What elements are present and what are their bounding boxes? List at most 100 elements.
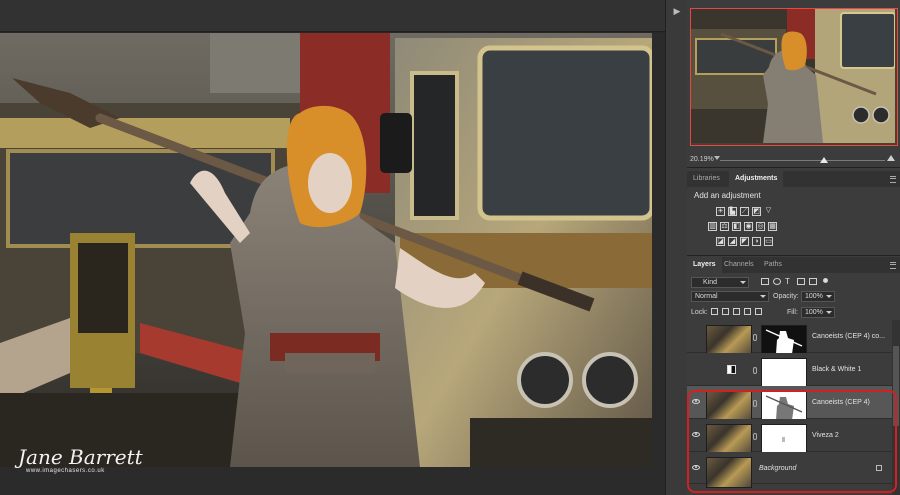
document-tab-strip: [0, 0, 665, 32]
layer-row[interactable]: Canoeists (CEP 4) co...: [687, 320, 892, 356]
link-chain-icon[interactable]: [753, 334, 757, 341]
fill-input[interactable]: 100%: [801, 307, 835, 318]
blend-mode-value: Normal: [695, 293, 718, 300]
photo-filter-icon[interactable]: ◉: [744, 222, 753, 231]
layers-tabbar: Layers Channels Paths: [687, 257, 900, 274]
layer-mask-thumbnail[interactable]: [761, 391, 807, 422]
link-chain-icon[interactable]: [753, 367, 757, 374]
link-chain-icon[interactable]: [753, 433, 757, 440]
vibrance-icon[interactable]: ▽: [764, 207, 773, 216]
filter-adjustment-icon[interactable]: [773, 278, 781, 285]
zoom-in-icon[interactable]: [887, 155, 895, 161]
color-lookup-icon[interactable]: ▦: [768, 222, 777, 231]
tab-adjustments[interactable]: Adjustments: [729, 171, 784, 187]
lock-image-pixels-icon[interactable]: [722, 308, 729, 315]
black-white-adjustment-icon: [727, 365, 736, 374]
layer-row-selected[interactable]: Canoeists (CEP 4): [687, 386, 892, 422]
opacity-input[interactable]: 100%: [801, 291, 835, 302]
tab-channels[interactable]: Channels: [718, 257, 760, 273]
layers-panel: Kind T Normal Opacity: 100% Lock: Fill: …: [687, 273, 900, 495]
layer-mask-thumbnail[interactable]: [761, 424, 807, 455]
channel-mixer-icon[interactable]: ◎: [756, 222, 765, 231]
adjustments-heading: Add an adjustment: [694, 191, 761, 200]
layer-filter-row: Kind T: [687, 276, 900, 289]
tab-libraries[interactable]: Libraries: [687, 171, 726, 187]
mask-figure-silhouette: [765, 395, 803, 420]
color-balance-icon[interactable]: ⚖: [720, 222, 729, 231]
adjustments-tabbar: Libraries Adjustments: [687, 171, 900, 188]
zoom-slider-handle[interactable]: [820, 157, 828, 163]
navigator-thumbnail[interactable]: [690, 8, 898, 146]
filter-kind-label: Kind: [703, 279, 718, 286]
right-panel-dock: 20.19% Libraries Adjustments Add an adju…: [687, 0, 900, 495]
navigator-panel: 20.19%: [687, 0, 900, 168]
posterize-icon[interactable]: ◢: [728, 237, 737, 246]
mask-spot: [782, 437, 785, 442]
zoom-slider[interactable]: [720, 157, 885, 163]
lock-label: Lock:: [691, 309, 708, 316]
black-white-icon[interactable]: ◧: [732, 222, 741, 231]
visibility-eye-icon[interactable]: [692, 465, 700, 470]
tab-paths[interactable]: Paths: [758, 257, 788, 273]
layer-mask-thumbnail[interactable]: [761, 325, 807, 356]
lock-transparent-pixels-icon[interactable]: [711, 308, 718, 315]
brightness-contrast-icon[interactable]: ☀: [716, 207, 725, 216]
layer-name[interactable]: Canoeists (CEP 4): [812, 399, 870, 406]
collapsed-panel-strip: ▶: [665, 0, 689, 495]
expand-panels-arrow-icon[interactable]: ▶: [666, 4, 688, 18]
lock-all-icon[interactable]: [755, 308, 762, 315]
opacity-value: 100%: [805, 293, 823, 300]
invert-icon[interactable]: ◪: [716, 237, 725, 246]
curves-icon[interactable]: ⟋: [740, 207, 749, 216]
filter-smart-object-icon[interactable]: [809, 278, 817, 285]
layer-thumbnail: [706, 325, 752, 356]
hue-saturation-icon[interactable]: ▥: [708, 222, 717, 231]
mask-figure-silhouette: [765, 329, 803, 354]
blend-mode-select[interactable]: Normal: [691, 291, 769, 302]
lock-artboard-icon[interactable]: [744, 308, 751, 315]
layers-scrollbar-thumb[interactable]: [893, 346, 899, 426]
chevron-down-icon: [826, 295, 832, 298]
photo-artwork: [0, 33, 652, 467]
selective-color-icon[interactable]: ◑: [752, 237, 761, 246]
lock-row: Lock: Fill: 100%: [687, 306, 900, 319]
layer-mask-thumbnail[interactable]: [761, 358, 807, 389]
exposure-icon[interactable]: ◩: [752, 207, 761, 216]
lock-position-icon[interactable]: [733, 308, 740, 315]
layer-filter-kind-select[interactable]: Kind: [691, 277, 749, 288]
link-chain-icon[interactable]: [753, 400, 757, 407]
filter-pixel-icon[interactable]: [761, 278, 769, 285]
layers-scrollbar[interactable]: [892, 320, 900, 495]
visibility-eye-icon[interactable]: [692, 432, 700, 437]
fill-value: 100%: [805, 309, 823, 316]
layer-row[interactable]: Viveza 2: [687, 419, 892, 455]
adjustments-panel: Add an adjustment ☀ ▙ ⟋ ◩ ▽ ▥ ⚖ ◧ ◉ ◎ ▦ …: [687, 187, 900, 256]
filter-type-icon[interactable]: T: [785, 278, 793, 286]
threshold-icon[interactable]: ◤: [740, 237, 749, 246]
layer-row[interactable]: Black & White 1: [687, 353, 892, 389]
layer-name[interactable]: Canoeists (CEP 4) co...: [812, 333, 885, 340]
opacity-label: Opacity:: [773, 293, 799, 300]
gradient-map-icon[interactable]: ▭: [764, 237, 773, 246]
canvas-vertical-scroll-area[interactable]: [652, 33, 665, 495]
adjustments-panel-menu-icon[interactable]: [890, 176, 896, 183]
filter-toggle-icon[interactable]: [823, 278, 828, 283]
navigator-thumbnail-image: [691, 9, 896, 143]
layer-name[interactable]: Background: [759, 465, 796, 472]
levels-icon[interactable]: ▙: [728, 207, 737, 216]
canvas-area: Jane Barrett www.imagechasers.co.uk: [0, 0, 665, 495]
document-canvas-image[interactable]: [0, 33, 652, 467]
fill-label: Fill:: [787, 309, 798, 316]
visibility-eye-icon[interactable]: [692, 399, 700, 404]
filter-shape-icon[interactable]: [797, 278, 805, 285]
tab-layers[interactable]: Layers: [687, 257, 722, 273]
layer-thumbnail: [706, 391, 752, 422]
layers-panel-menu-icon[interactable]: [890, 262, 896, 269]
layer-name[interactable]: Black & White 1: [812, 366, 861, 373]
layer-name[interactable]: Viveza 2: [812, 432, 839, 439]
watermark-signature: Jane Barrett: [18, 445, 143, 469]
chevron-down-icon: [740, 281, 746, 284]
zoom-percentage[interactable]: 20.19%: [690, 156, 714, 163]
layer-row[interactable]: Background: [687, 452, 892, 488]
chevron-down-icon: [760, 295, 766, 298]
